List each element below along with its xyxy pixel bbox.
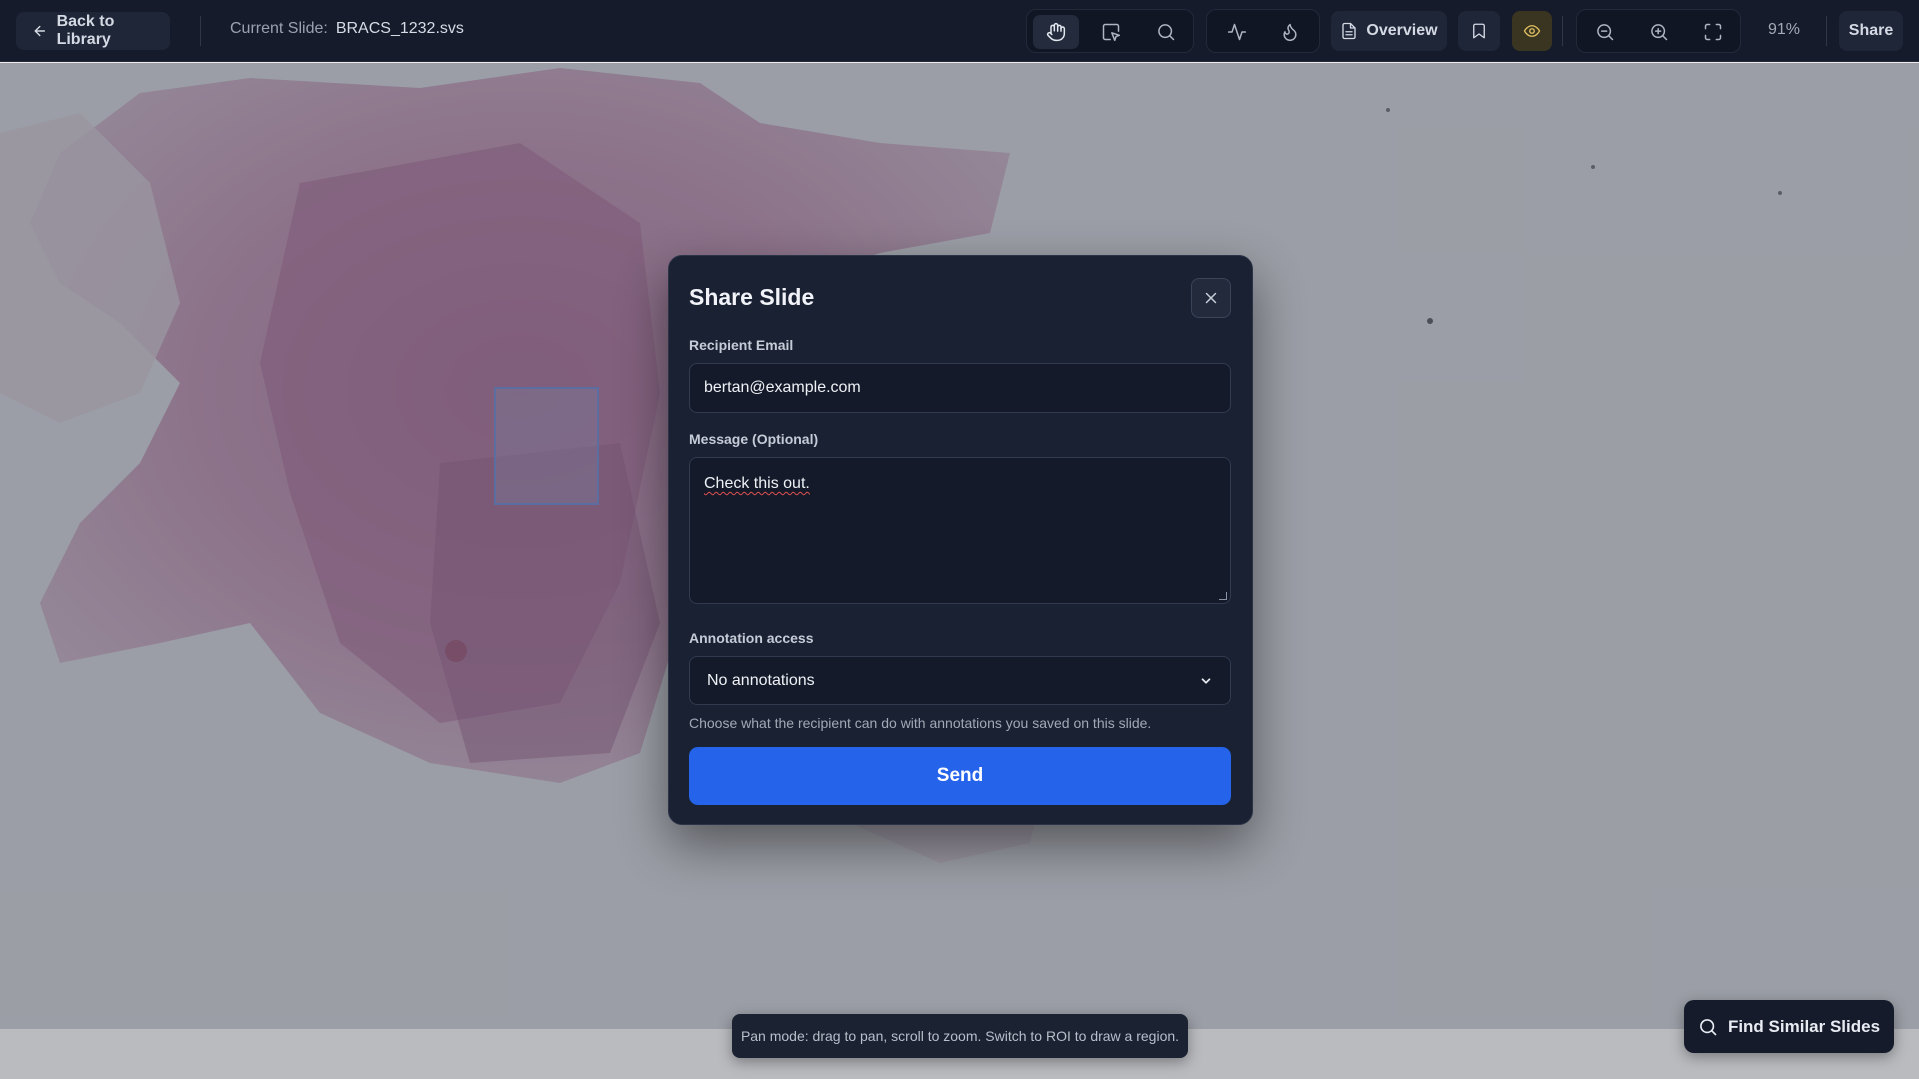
- dialog-title: Share Slide: [689, 284, 815, 310]
- flame-icon: [1283, 23, 1297, 42]
- zoom-out-button[interactable]: [1582, 15, 1628, 49]
- share-slide-dialog: Share Slide Recipient Email bertan@examp…: [668, 255, 1253, 825]
- hand-icon: [1046, 22, 1066, 42]
- toolbar-divider: [1826, 16, 1827, 46]
- annotation-access-value: No annotations: [707, 671, 815, 689]
- recipient-email-label: Recipient Email: [689, 337, 794, 353]
- annotation-access-label: Annotation access: [689, 630, 814, 646]
- chevron-down-icon: [1201, 677, 1211, 684]
- arrow-left-icon: [34, 25, 46, 37]
- share-button[interactable]: Share: [1839, 11, 1903, 51]
- message-value: Check this out.: [704, 475, 810, 492]
- navigation-tool-group: [1026, 9, 1194, 53]
- toolbar-divider: [200, 16, 201, 46]
- message-textarea[interactable]: Check this out.: [689, 457, 1231, 604]
- resize-handle[interactable]: [1219, 592, 1227, 600]
- roi-select-icon: [1102, 23, 1121, 42]
- top-toolbar: Back to Library Current Slide: BRACS_1232…: [0, 0, 1919, 62]
- message-label: Message (Optional): [689, 431, 819, 447]
- overview-button[interactable]: Overview: [1331, 11, 1447, 51]
- activity-tool-button[interactable]: [1214, 15, 1260, 49]
- search-tool-button[interactable]: [1143, 15, 1189, 49]
- bookmark-icon: [1473, 23, 1485, 39]
- recipient-email-input[interactable]: bertan@example.com: [689, 363, 1231, 413]
- eye-icon: [1523, 25, 1541, 37]
- current-slide-value: BRACS_1232.svs: [335, 20, 464, 37]
- bookmark-button[interactable]: [1458, 11, 1500, 51]
- find-similar-slides-button[interactable]: Find Similar Slides: [1684, 1000, 1894, 1053]
- annotation-access-hint: Choose what the recipient can do with an…: [689, 715, 1152, 731]
- current-slide-info: Current Slide: BRACS_1232.svs: [230, 20, 464, 38]
- back-to-library-label: Back to Library: [56, 13, 115, 48]
- zoom-in-button[interactable]: [1636, 15, 1682, 49]
- document-icon: [1342, 22, 1357, 40]
- pan-tool-button[interactable]: [1033, 15, 1079, 49]
- fullscreen-button[interactable]: [1690, 15, 1736, 49]
- activity-icon: [1227, 23, 1247, 41]
- find-similar-label: Find Similar Slides: [1727, 1016, 1881, 1036]
- overview-label: Overview: [1366, 22, 1438, 39]
- zoom-in-icon: [1651, 24, 1668, 41]
- mode-hint-toast: Pan mode: drag to pan, scroll to zoom. S…: [732, 1014, 1188, 1058]
- zoom-out-icon: [1597, 24, 1614, 41]
- share-label: Share: [1848, 22, 1894, 39]
- recipient-email-value: bertan@example.com: [704, 379, 861, 396]
- zoom-tool-group: [1576, 9, 1741, 53]
- heatmap-tool-button[interactable]: [1267, 15, 1313, 49]
- search-icon: [1158, 24, 1175, 41]
- close-dialog-button[interactable]: [1191, 278, 1231, 318]
- annotation-access-select[interactable]: No annotations: [689, 656, 1231, 705]
- close-icon: [1205, 292, 1217, 304]
- roi-tool-button[interactable]: [1088, 15, 1134, 49]
- back-to-library-button[interactable]: Back to Library: [16, 12, 170, 50]
- current-slide-label: Current Slide:: [230, 20, 328, 37]
- toolbar-divider: [1562, 16, 1563, 46]
- fullscreen-icon: [1704, 23, 1722, 41]
- visibility-toggle-button[interactable]: [1512, 11, 1552, 51]
- analysis-tool-group: [1206, 9, 1320, 53]
- send-button[interactable]: Send: [689, 747, 1231, 805]
- search-icon: [1700, 1018, 1717, 1035]
- zoom-level: 91%: [1768, 21, 1801, 38]
